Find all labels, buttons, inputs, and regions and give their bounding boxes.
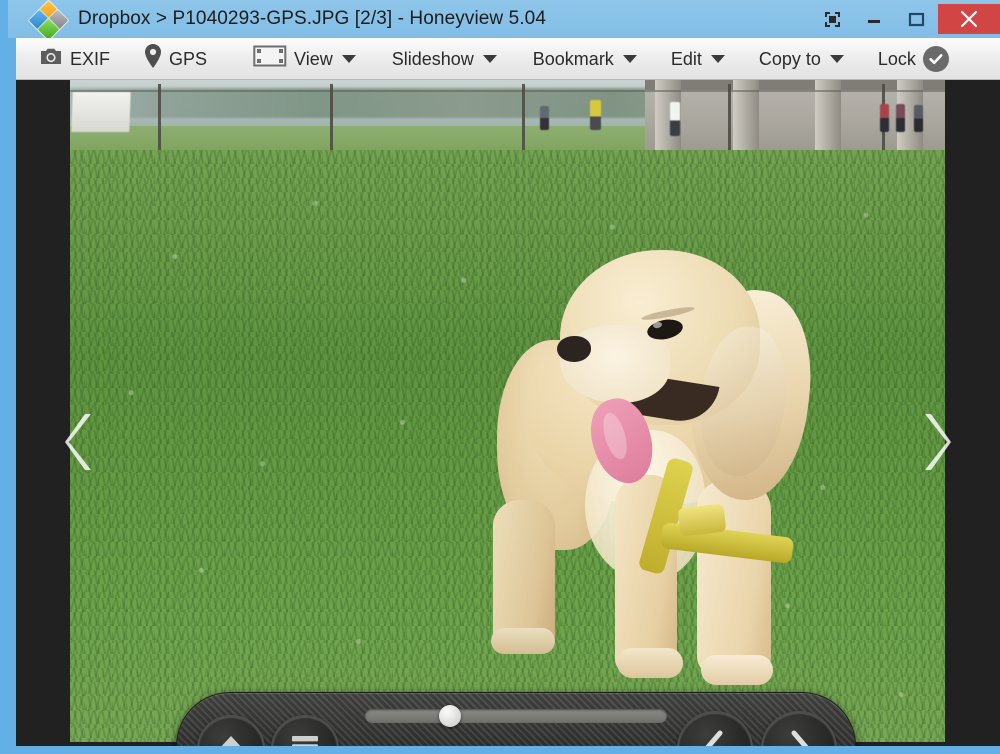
main-toolbar: EXIF GPS View Slideshow Bookmark Edit Co… — [16, 38, 1000, 80]
zoom-slider[interactable] — [365, 705, 667, 727]
toolbar-item-copy-to[interactable]: Copy to — [750, 38, 853, 80]
toolbar-label-lock: Lock — [877, 48, 916, 69]
eject-icon — [215, 732, 247, 746]
photo-dog — [465, 230, 855, 690]
maximize-icon[interactable] — [896, 4, 936, 34]
photo-person-group-2 — [896, 104, 905, 132]
photo-canvas[interactable] — [70, 80, 945, 742]
next-image-arrow[interactable] — [914, 410, 958, 474]
zoom-controls: + − — [365, 745, 666, 746]
control-bar-next-button[interactable] — [761, 711, 837, 746]
check-circle-icon[interactable] — [922, 45, 949, 72]
zoom-out-button[interactable]: − — [409, 745, 453, 746]
toolbar-label-edit: Edit — [670, 48, 702, 69]
app-logo-icon — [27, 0, 70, 42]
map-pin-icon — [144, 44, 162, 73]
menu-button[interactable] — [271, 715, 339, 746]
toolbar-item-bookmark[interactable]: Bookmark — [524, 38, 646, 80]
toolbar-item-edit[interactable]: Edit — [662, 38, 734, 80]
photo-cyclist — [540, 106, 549, 130]
photo-person-yellow — [590, 100, 601, 130]
chevron-down-icon — [482, 54, 497, 63]
toolbar-label-view: View — [294, 48, 333, 69]
minimize-icon[interactable] — [854, 4, 894, 34]
window-controls — [812, 0, 1000, 38]
chevron-left-icon — [702, 730, 728, 746]
control-bar-prev-button[interactable] — [677, 711, 753, 746]
photo-fence — [70, 84, 945, 158]
eject-button[interactable] — [197, 715, 265, 746]
zoom-slider-track[interactable] — [365, 709, 667, 723]
toolbar-item-exif[interactable]: EXIF — [30, 38, 119, 80]
image-viewer[interactable]: + − — [16, 80, 1000, 746]
prev-image-arrow[interactable] — [58, 410, 102, 474]
fullscreen-icon[interactable] — [812, 4, 852, 34]
chevron-down-icon — [341, 54, 356, 63]
toolbar-label-exif: EXIF — [70, 48, 111, 69]
photo-person-group — [880, 104, 889, 132]
toolbar-label-slideshow: Slideshow — [391, 48, 474, 69]
title-bar: Dropbox > P1040293-GPS.JPG [2/3] - Honey… — [8, 0, 1000, 42]
honeyview-window: Dropbox > P1040293-GPS.JPG [2/3] - Honey… — [0, 0, 1000, 754]
zoom-in-button[interactable]: + — [365, 745, 409, 746]
toolbar-label-copy-to: Copy to — [758, 48, 821, 69]
zoom-slider-handle[interactable] — [438, 705, 461, 727]
window-title: Dropbox > P1040293-GPS.JPG [2/3] - Honey… — [78, 8, 547, 29]
chevron-right-icon — [786, 730, 812, 746]
chevron-down-icon — [829, 54, 844, 63]
toolbar-item-view[interactable]: View — [244, 38, 365, 80]
fit-frame-icon — [253, 44, 287, 73]
photo-person-white — [670, 102, 680, 136]
close-icon[interactable] — [938, 4, 1000, 34]
camera-icon — [39, 46, 63, 71]
chevron-down-icon — [622, 54, 637, 63]
toolbar-item-lock[interactable]: Lock — [869, 38, 958, 80]
toolbar-label-bookmark: Bookmark — [532, 48, 614, 69]
bottom-control-bar: + − — [176, 692, 856, 746]
hamburger-menu-icon — [289, 733, 321, 746]
rotate-left-button[interactable] — [471, 745, 515, 746]
photo-person-group-3 — [914, 105, 923, 132]
rotate-right-button[interactable] — [515, 745, 559, 746]
toolbar-item-slideshow[interactable]: Slideshow — [383, 38, 506, 80]
chevron-down-icon — [710, 54, 725, 63]
toolbar-label-gps: GPS — [169, 48, 208, 69]
toolbar-item-gps[interactable]: GPS — [135, 38, 216, 80]
